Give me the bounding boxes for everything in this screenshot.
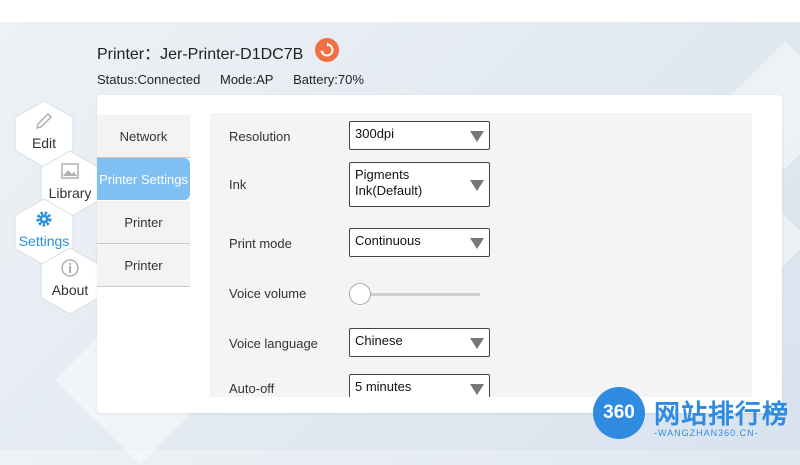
chevron-down-icon xyxy=(470,237,484,249)
setting-row-resolution: Resolution 300dpi xyxy=(210,121,752,151)
watermark-url: -WANGZHAN360.CN- xyxy=(654,428,759,438)
setting-row-ink: Ink Pigments Ink(Default) xyxy=(210,161,752,207)
nav-label-about: About xyxy=(51,282,89,298)
connection-status: Status:Connected xyxy=(97,72,201,87)
refresh-button[interactable] xyxy=(315,38,339,62)
watermark: 360 网站排行榜 -WANGZHAN360.CN- xyxy=(588,384,798,444)
watermark-badge: 360 xyxy=(593,387,645,439)
printer-title: Printer：Jer-Printer-D1DC7B xyxy=(97,46,304,63)
chevron-down-icon xyxy=(470,130,484,142)
ink-value-line1: Pigments xyxy=(355,167,410,182)
settings-panel: Network Printer Settings Printer Printer… xyxy=(97,95,782,413)
settings-content: Resolution 300dpi Ink Pigments Ink(Defau… xyxy=(210,113,752,397)
watermark-name: 网站排行榜 xyxy=(654,399,790,429)
setting-row-voice-language: Voice language Chinese xyxy=(210,328,752,358)
auto-off-value: 5 minutes xyxy=(355,379,412,394)
pencil-icon xyxy=(35,112,53,130)
resolution-value: 300dpi xyxy=(355,126,395,141)
voice-volume-slider-handle[interactable] xyxy=(349,283,371,305)
top-bar xyxy=(0,0,800,22)
ink-value-line2: Ink(Default) xyxy=(355,183,423,198)
setting-row-voice-volume: Voice volume xyxy=(210,278,752,308)
gear-icon xyxy=(36,211,52,227)
print-mode-label: Print mode xyxy=(229,236,292,251)
image-icon xyxy=(61,163,79,179)
status-line: Status:Connected Mode:AP Battery:70% xyxy=(97,72,380,87)
voice-language-label: Voice language xyxy=(229,336,318,351)
chevron-down-icon xyxy=(470,179,484,191)
auto-off-select[interactable]: 5 minutes xyxy=(349,374,490,397)
voice-language-value: Chinese xyxy=(355,333,403,348)
resolution-label: Resolution xyxy=(229,129,291,144)
tab-printer-2[interactable]: Printer xyxy=(97,244,190,287)
tab-printer[interactable]: Printer xyxy=(97,201,190,244)
settings-tabs: Network Printer Settings Printer Printer xyxy=(97,115,190,287)
chevron-down-icon xyxy=(470,337,484,349)
voice-volume-label: Voice volume xyxy=(229,286,307,301)
nav-label-edit: Edit xyxy=(31,135,57,151)
battery-status: Battery:70% xyxy=(293,72,364,87)
info-icon xyxy=(61,259,79,277)
print-mode-select[interactable]: Continuous xyxy=(349,228,490,257)
refresh-icon xyxy=(320,42,334,57)
nav-item-about[interactable]: About xyxy=(40,247,100,315)
ink-label: Ink xyxy=(229,177,247,192)
mode-status: Mode:AP xyxy=(219,72,274,87)
print-mode-value: Continuous xyxy=(355,233,421,248)
resolution-select[interactable]: 300dpi xyxy=(349,121,490,150)
chevron-down-icon xyxy=(470,383,484,395)
tab-printer-settings[interactable]: Printer Settings xyxy=(97,158,190,200)
auto-off-label: Auto-off xyxy=(229,381,275,396)
tab-network[interactable]: Network xyxy=(97,115,190,158)
setting-row-print-mode: Print mode Continuous xyxy=(210,228,752,258)
voice-language-select[interactable]: Chinese xyxy=(349,328,490,357)
ink-select[interactable]: Pigments Ink(Default) xyxy=(349,162,490,207)
